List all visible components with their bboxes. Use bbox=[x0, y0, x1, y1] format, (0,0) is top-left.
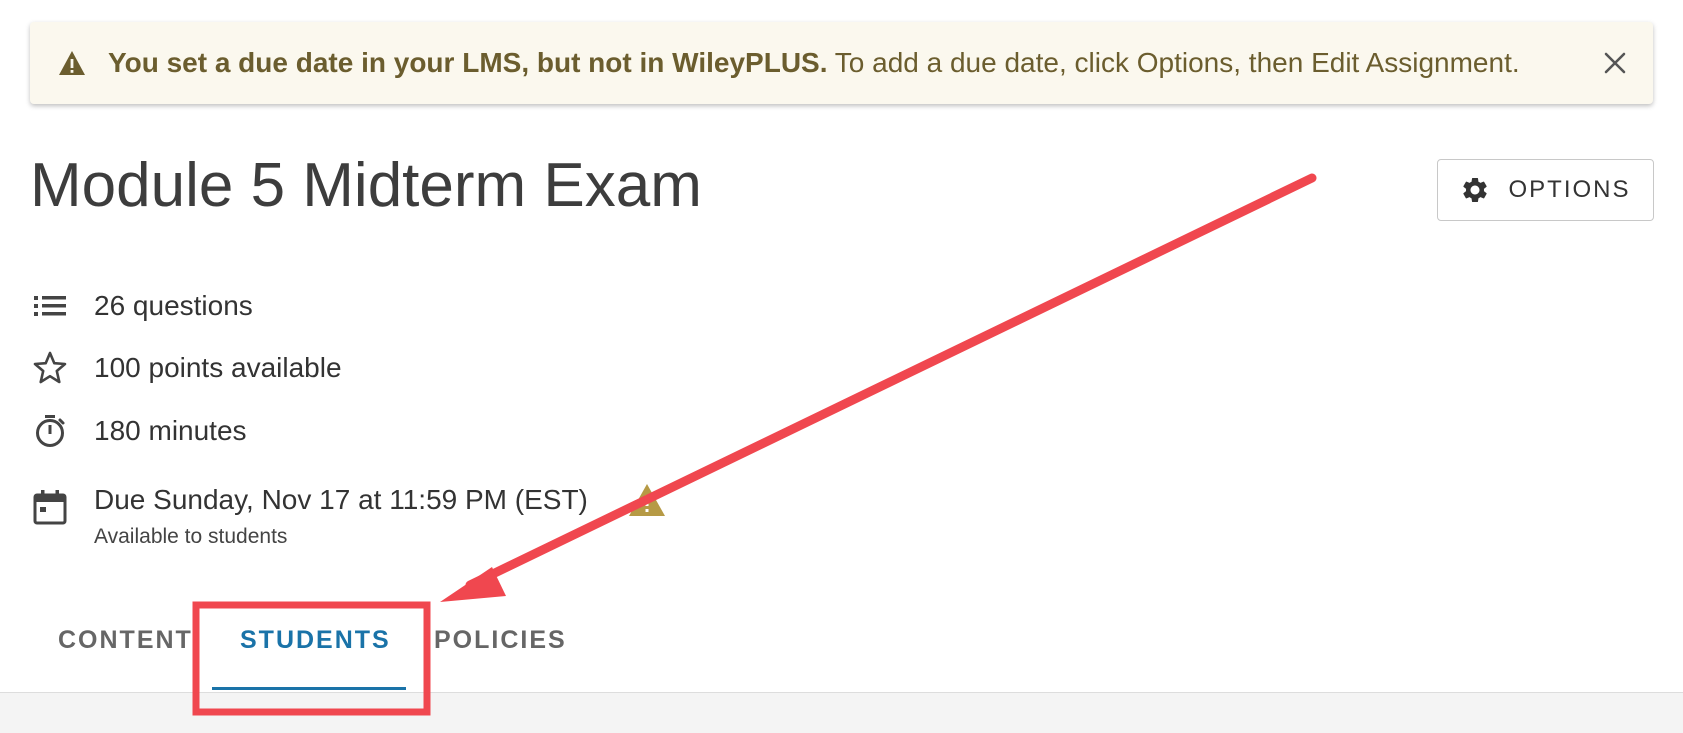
options-button-label: OPTIONS bbox=[1508, 176, 1631, 203]
questions-count-row: 26 questions bbox=[32, 288, 253, 324]
calendar-icon bbox=[33, 490, 67, 525]
warning-icon bbox=[628, 484, 665, 516]
tab-content[interactable]: CONTENT bbox=[58, 626, 193, 655]
points-available: 100 points available bbox=[94, 352, 342, 383]
active-tab-indicator bbox=[212, 687, 406, 690]
time-limit: 180 minutes bbox=[94, 415, 247, 446]
questions-count: 26 questions bbox=[94, 290, 253, 321]
tab-students[interactable]: STUDENTS bbox=[240, 626, 391, 655]
options-button[interactable]: OPTIONS bbox=[1437, 159, 1654, 221]
assignment-page: You set a due date in your LMS, but not … bbox=[0, 0, 1683, 733]
banner-message-bold: You set a due date in your LMS, but not … bbox=[108, 47, 828, 78]
tab-policies[interactable]: POLICIES bbox=[434, 626, 567, 655]
page-title: Module 5 Midterm Exam bbox=[30, 151, 702, 220]
time-limit-row: 180 minutes bbox=[32, 413, 247, 449]
due-date-warning-banner: You set a due date in your LMS, but not … bbox=[30, 22, 1653, 104]
tab-content-area bbox=[0, 692, 1683, 733]
banner-message: You set a due date in your LMS, but not … bbox=[108, 47, 1601, 79]
banner-message-detail: To add a due date, click Options, then E… bbox=[827, 47, 1520, 78]
warning-icon bbox=[59, 51, 85, 75]
close-icon[interactable] bbox=[1601, 49, 1629, 77]
annotation-arrow-head bbox=[440, 567, 506, 602]
points-row: 100 points available bbox=[32, 350, 342, 386]
due-date-row: Due Sunday, Nov 17 at 11:59 PM (EST) Ava… bbox=[32, 483, 666, 549]
gear-icon bbox=[1463, 178, 1488, 202]
availability-status: Available to students bbox=[94, 525, 288, 548]
timer-icon bbox=[36, 415, 65, 447]
assignment-tabs: CONTENT STUDENTS POLICIES bbox=[0, 610, 1683, 692]
star-icon bbox=[33, 351, 67, 384]
list-icon bbox=[34, 296, 66, 316]
due-date: Due Sunday, Nov 17 at 11:59 PM (EST) bbox=[94, 484, 588, 515]
